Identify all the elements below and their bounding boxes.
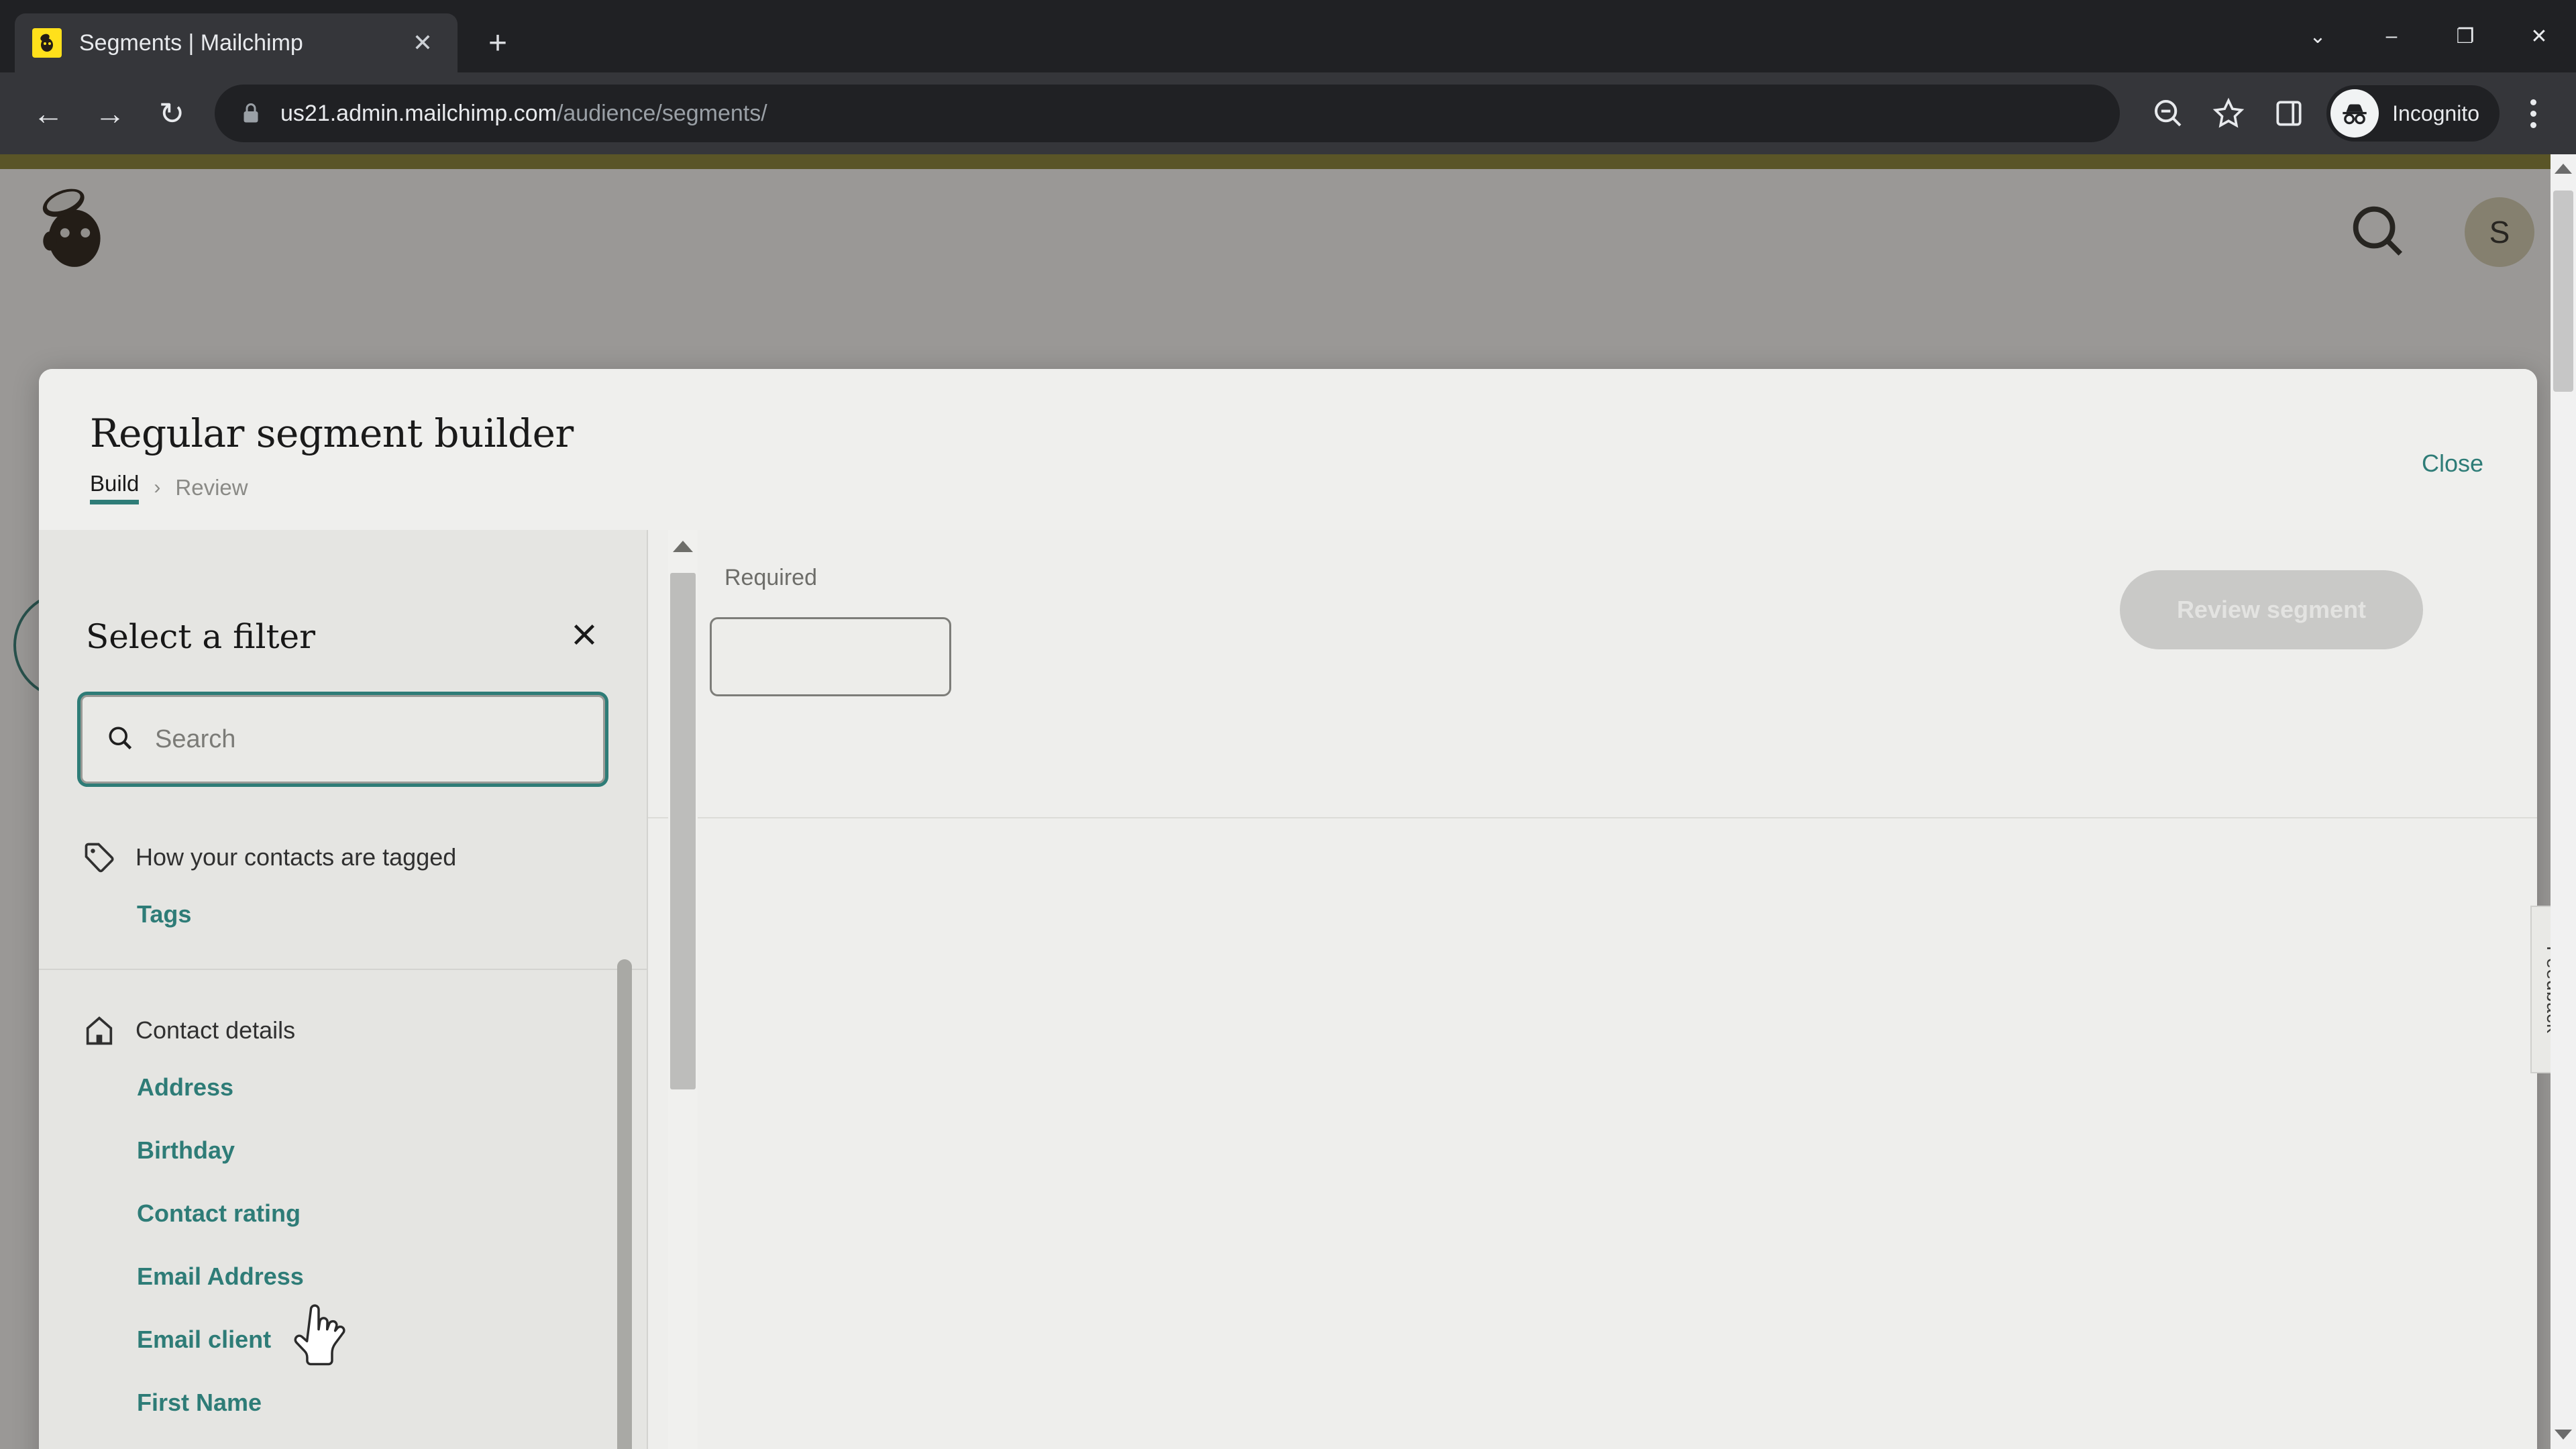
filter-item-address[interactable]: Address: [39, 1056, 647, 1119]
minimize-icon[interactable]: –: [2355, 0, 2428, 72]
mailchimp-favicon: [32, 28, 62, 58]
search-placeholder: Search: [155, 724, 236, 753]
breadcrumb: Build › Review: [90, 471, 2486, 504]
page-title: Regular segment builder: [90, 411, 574, 456]
maximize-icon[interactable]: ❐: [2428, 0, 2502, 72]
required-label: Required: [724, 565, 817, 590]
filter-group-tags: How your contacts are tagged Tags: [39, 821, 647, 946]
address-bar[interactable]: us21.admin.mailchimp.com/audience/segmen…: [215, 85, 2121, 142]
filter-item-email-address[interactable]: Email Address: [39, 1245, 647, 1308]
filter-group-header: How your contacts are tagged: [39, 821, 647, 883]
tag-icon: [80, 839, 118, 876]
side-panel-icon[interactable]: [2261, 85, 2317, 142]
search-icon: [105, 723, 135, 756]
page-scrollbar[interactable]: [2551, 154, 2576, 1449]
modal-header: Regular segment builder Build › Review C…: [39, 369, 2537, 530]
breadcrumb-build[interactable]: Build: [90, 471, 140, 504]
filter-item-tags[interactable]: Tags: [39, 883, 647, 946]
back-button[interactable]: ←: [17, 83, 79, 144]
close-modal-button[interactable]: Close: [2422, 449, 2483, 478]
modal-body: Required Review segment Select a filter: [39, 530, 2537, 1449]
filter-group-contact-details: Contact details Address Birthday Contact…: [39, 994, 647, 1449]
filter-group-label: Contact details: [136, 1016, 296, 1044]
filter-panel-header: Select a filter: [39, 530, 647, 656]
search-input[interactable]: Search: [80, 695, 605, 784]
reload-button[interactable]: ↻: [141, 83, 203, 144]
filter-item-birthday[interactable]: Birthday: [39, 1119, 647, 1182]
tab-strip: Segments | Mailchimp ✕ + ⌄ – ❐ ✕: [0, 0, 2576, 72]
modal-scrollbar[interactable]: [668, 530, 698, 1449]
home-icon: [80, 1012, 118, 1049]
forward-button[interactable]: →: [79, 83, 141, 144]
minimize-all-icon[interactable]: ⌄: [2281, 0, 2355, 72]
incognito-label: Incognito: [2392, 101, 2479, 125]
filter-search-wrap: Search: [39, 656, 647, 784]
filter-panel-scrollbar[interactable]: [617, 959, 632, 1449]
toolbar-icons: Incognito: [2136, 85, 2559, 142]
filter-group-label: How your contacts are tagged: [136, 843, 457, 871]
scroll-up-arrow-icon[interactable]: [673, 541, 693, 552]
breadcrumb-separator: ›: [154, 476, 161, 498]
filter-item-contact-rating[interactable]: Contact rating: [39, 1182, 647, 1245]
scrollbar-thumb[interactable]: [670, 573, 696, 1089]
select-a-filter-panel: Select a filter Search How your contacts…: [39, 530, 648, 1449]
filter-item-info-changed[interactable]: Info changed: [39, 1434, 647, 1449]
browser-window: Segments | Mailchimp ✕ + ⌄ – ❐ ✕ ← → ↻ u…: [0, 0, 2576, 1449]
url-text: us21.admin.mailchimp.com/audience/segmen…: [280, 101, 767, 127]
segment-condition-input[interactable]: [710, 617, 951, 696]
filter-scrollbar-thumb[interactable]: [617, 959, 632, 1449]
page-scroll-up-arrow-icon[interactable]: [2555, 164, 2572, 174]
url-host: us21.admin.mailchimp.com: [280, 100, 557, 126]
kebab-menu-icon[interactable]: [2508, 85, 2559, 142]
incognito-icon: [2330, 89, 2379, 138]
filter-panel-title: Select a filter: [86, 617, 316, 656]
lock-icon: [239, 101, 263, 125]
page-scroll-down-arrow-icon[interactable]: [2555, 1430, 2572, 1440]
filter-item-first-name[interactable]: First Name: [39, 1371, 647, 1434]
incognito-profile-button[interactable]: Incognito: [2326, 85, 2500, 142]
review-segment-button[interactable]: Review segment: [2120, 570, 2423, 649]
zoom-out-icon[interactable]: [2140, 85, 2196, 142]
close-window-icon[interactable]: ✕: [2502, 0, 2576, 72]
bookmark-star-icon[interactable]: [2200, 85, 2257, 142]
new-tab-button[interactable]: +: [472, 17, 523, 68]
tab-title: Segments | Mailchimp: [79, 30, 303, 56]
breadcrumb-review[interactable]: Review: [175, 475, 248, 500]
page-viewport: S Regular segment builder Build › Review…: [0, 154, 2576, 1449]
window-controls: ⌄ – ❐ ✕: [2281, 0, 2576, 72]
filter-group-header: Contact details: [39, 994, 647, 1056]
filter-list: How your contacts are tagged Tags Contac…: [39, 821, 647, 1449]
close-icon[interactable]: [569, 619, 600, 655]
browser-toolbar: ← → ↻ us21.admin.mailchimp.com/audience/…: [0, 72, 2576, 154]
url-path: /audience/segments/: [556, 100, 767, 126]
browser-tab[interactable]: Segments | Mailchimp ✕: [15, 13, 458, 72]
regular-segment-builder-modal: Regular segment builder Build › Review C…: [39, 369, 2537, 1449]
filter-item-email-client[interactable]: Email client: [39, 1308, 647, 1371]
page-scrollbar-thumb[interactable]: [2553, 191, 2573, 392]
tab-close-icon[interactable]: ✕: [405, 25, 440, 60]
